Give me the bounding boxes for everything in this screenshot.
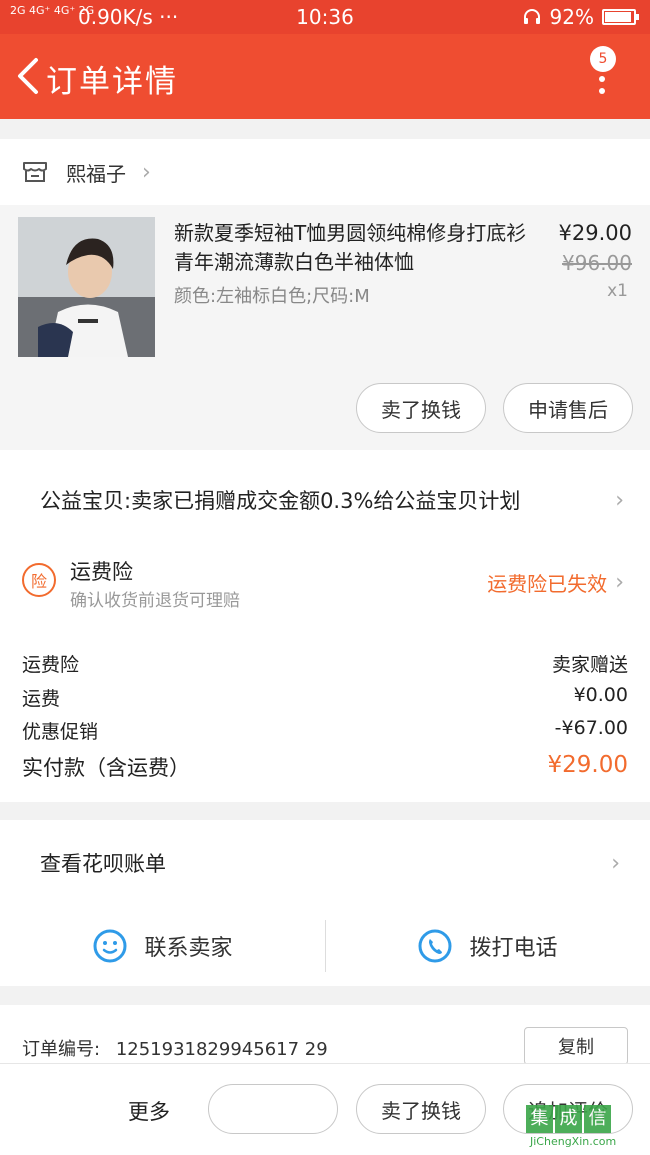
chevron-right-icon: › [615,487,624,513]
total-paid-value: ¥29.00 [547,752,628,778]
nav-bar: 订单详情 5 [0,34,650,119]
page-title: 订单详情 [46,64,178,100]
back-arrow-icon[interactable] [12,56,46,96]
contact-bar: 联系卖家 拨打电话 [0,906,650,986]
shipping-insurance-row[interactable]: 险 运费险 确认收货前退货可理赔 运费险已失效 › [0,550,650,630]
product-photo [18,217,155,357]
fee-summary: 运费险 卖家赠送 运费 ¥0.00 优惠促销 -¥67.00 实付款（含运费） … [0,630,650,802]
chevron-right-icon: › [611,850,620,876]
sell-for-cash-button[interactable]: 卖了换钱 [356,383,486,433]
more-dot-icon [599,76,605,82]
product-card[interactable]: 新款夏季短袖T恤男圆领纯棉修身打底衫青年潮流薄款白色半袖体恤 颜色:左袖标白色;… [0,205,650,450]
order-number: 1251931829945617 29 [115,1039,328,1060]
headset-icon [523,9,540,24]
after-sales-button[interactable]: 申请售后 [503,383,633,433]
contact-seller-button[interactable]: 联系卖家 [0,906,325,986]
fee-label: 实付款（含运费） [22,756,190,780]
contact-seller-label: 联系卖家 [144,936,233,961]
fee-label: 优惠促销 [22,721,99,743]
chevron-right-icon: › [142,159,151,185]
more-menu-button[interactable]: 5 [582,46,622,106]
fee-value: ¥0.00 [573,684,628,706]
chat-icon [93,929,127,963]
notification-badge: 5 [590,46,616,72]
order-number-label: 订单编号: [22,1039,101,1060]
product-attributes: 颜色:左袖标白色;尺码:M [174,286,370,307]
watermark-logo: 集成信 [526,1105,642,1133]
fee-label: 运费 [22,688,61,710]
insurance-status: 运费险已失效 [487,572,608,596]
battery-percent: 92% [549,5,594,29]
product-price: ¥29.00 [558,221,632,245]
charity-text: 公益宝贝:卖家已捐赠成交金额0.3%给公益宝贝计划 [40,489,521,513]
more-button[interactable]: 更多 [128,1096,170,1126]
fee-value: -¥67.00 [554,717,628,739]
more-dot-icon [599,88,605,94]
watermark-char: 信 [584,1105,611,1133]
watermark-url: JiChengXin.com [530,1135,617,1148]
battery-fill [605,12,631,22]
call-phone-label: 拨打电话 [469,936,558,961]
shop-row[interactable]: 熙福子 › [0,139,650,205]
huabei-text: 查看花呗账单 [40,852,166,876]
phone-icon [418,929,452,963]
product-title: 新款夏季短袖T恤男圆领纯棉修身打底衫青年潮流薄款白色半袖体恤 [174,221,527,274]
watermark-char: 集 [526,1105,553,1133]
battery-icon [602,9,639,25]
charity-row[interactable]: 公益宝贝:卖家已捐赠成交金额0.3%给公益宝贝计划 › [0,450,650,550]
product-thumbnail[interactable] [18,217,155,357]
product-quantity: x1 [607,281,628,301]
product-original-price: ¥96.00 [562,251,632,275]
chevron-right-icon: › [615,570,624,595]
watermark-char: 成 [555,1105,582,1133]
insurance-subtitle: 确认收货前退货可理赔 [70,591,240,611]
fee-row: 运费险 卖家赠送 [22,650,628,677]
call-phone-button[interactable]: 拨打电话 [325,906,650,986]
fee-label: 运费险 [22,654,80,676]
fee-value: 卖家赠送 [551,654,628,676]
blank-action-button[interactable] [208,1084,338,1134]
status-bar: 2G 4G⁺ 4G⁺ 2G 0.90K/s ··· 10:36 92% [0,0,650,34]
fee-row: 优惠促销 -¥67.00 [22,717,628,744]
shop-name: 熙福子 [66,161,126,186]
store-icon [23,162,47,182]
copy-button[interactable]: 复制 [524,1027,628,1065]
insurance-icon: 险 [22,563,56,597]
insurance-title: 运费险 [70,560,133,584]
total-paid-row: 实付款（含运费） ¥29.00 [22,752,628,782]
fee-row: 运费 ¥0.00 [22,684,628,711]
huabei-bill-row[interactable]: 查看花呗账单 › [0,820,650,906]
sell-for-cash-button[interactable]: 卖了换钱 [356,1084,486,1134]
site-watermark: 集成信 JiChengXin.com [526,1105,644,1151]
divider [325,920,326,972]
